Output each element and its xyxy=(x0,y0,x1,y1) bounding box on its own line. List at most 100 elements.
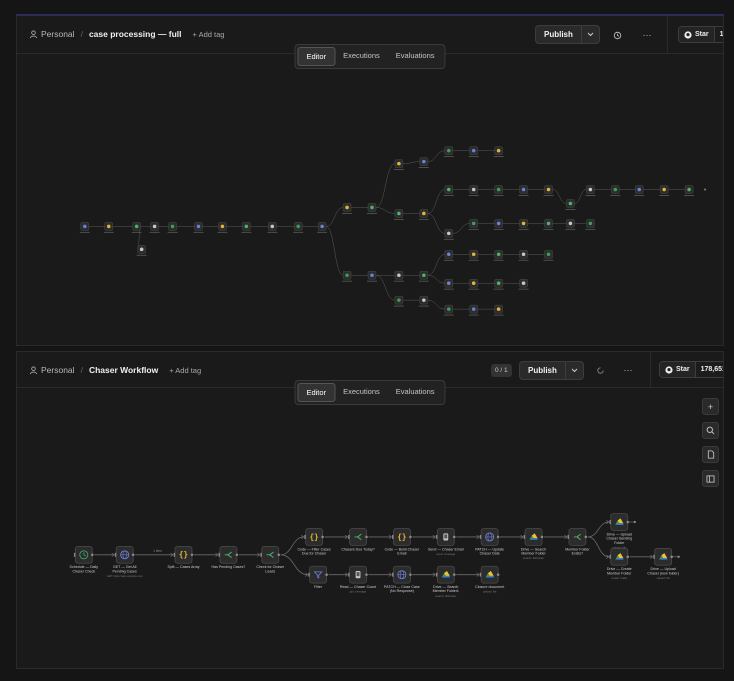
refresh-button[interactable] xyxy=(592,362,608,378)
node-input-handle[interactable] xyxy=(523,534,526,539)
node-input-handle[interactable] xyxy=(260,552,262,557)
workflow-node[interactable] xyxy=(468,250,479,261)
node-output-handle[interactable] xyxy=(584,535,588,539)
workflow-node[interactable]: Check for Chaser Leads xyxy=(256,545,285,573)
node-output-handle[interactable] xyxy=(190,553,194,557)
node-output-handle[interactable] xyxy=(321,535,324,539)
tab-editor[interactable]: Editor xyxy=(297,47,336,66)
workflow-node[interactable] xyxy=(443,278,454,290)
node-input-handle[interactable] xyxy=(567,534,569,539)
node-input-handle[interactable] xyxy=(609,554,611,559)
node-output-handle[interactable] xyxy=(452,535,456,539)
node-input-handle[interactable] xyxy=(609,520,611,525)
workflow-node[interactable]: Read — Chaser Countget: message xyxy=(340,565,376,594)
workflow-node[interactable]: Drive — Search Member Folder1search: file… xyxy=(433,565,459,598)
workflow-node[interactable] xyxy=(342,271,353,282)
workflow-node[interactable] xyxy=(468,219,479,230)
node-input-handle[interactable] xyxy=(392,534,394,539)
workflow-node[interactable] xyxy=(418,157,429,169)
workflow-node[interactable]: Drive — Upload Chaser (new folder)upload:… xyxy=(647,547,679,580)
workflow-node[interactable] xyxy=(79,222,90,233)
workflow-node[interactable] xyxy=(317,222,328,233)
workflow-node[interactable] xyxy=(518,250,529,261)
node-output-handle[interactable] xyxy=(365,573,368,576)
github-star-button[interactable]: Star 17 xyxy=(678,26,723,43)
zoom-search-button[interactable] xyxy=(702,422,719,439)
workflow-node[interactable] xyxy=(493,185,504,196)
workflow-node[interactable] xyxy=(418,295,429,307)
workflow-node[interactable] xyxy=(565,219,576,230)
history-button[interactable] xyxy=(609,27,625,43)
workflow-node[interactable] xyxy=(493,250,504,261)
workflow-node[interactable] xyxy=(518,278,529,290)
workflow-node[interactable] xyxy=(136,245,147,256)
workflow-node[interactable] xyxy=(167,222,178,233)
node-output-handle[interactable] xyxy=(496,535,500,539)
github-star-button[interactable]: Star 178,651 xyxy=(659,361,723,378)
workflow-node[interactable] xyxy=(393,271,404,282)
workflow-node[interactable]: {} Code — Build Chaser Email xyxy=(385,528,420,556)
workflow-node[interactable]: Filter xyxy=(308,565,328,589)
workflow-node[interactable] xyxy=(443,185,454,196)
workflow-node[interactable]: {} Code — Filter Cases Due for Chaser xyxy=(298,528,331,556)
workflow-node[interactable] xyxy=(493,219,504,230)
workflow-node[interactable]: PATCH — Update Chaser Date xyxy=(475,528,504,556)
node-input-handle[interactable] xyxy=(392,572,394,577)
workflow-node[interactable] xyxy=(493,146,504,158)
node-input-handle[interactable] xyxy=(218,552,220,557)
workflow-node[interactable] xyxy=(293,222,304,233)
workflow-node[interactable] xyxy=(468,304,479,316)
node-input-handle[interactable] xyxy=(308,572,310,577)
workflow-node[interactable] xyxy=(543,250,554,261)
workflow-node[interactable] xyxy=(443,229,454,240)
more-options-button[interactable]: ··· xyxy=(620,362,636,378)
workflow-node[interactable] xyxy=(418,209,429,220)
workflow-node[interactable] xyxy=(393,295,404,307)
workflow-canvas[interactable] xyxy=(17,54,723,345)
workflow-node[interactable]: Chasers Due Today? xyxy=(341,528,375,551)
node-input-handle[interactable] xyxy=(173,552,176,557)
workflow-node[interactable] xyxy=(493,278,504,290)
workflow-node[interactable] xyxy=(518,185,529,196)
workflow-node[interactable] xyxy=(393,209,404,220)
workflow-node[interactable]: Member Folder Exists? xyxy=(565,528,590,556)
workflow-node[interactable] xyxy=(367,203,377,214)
workflow-node[interactable]: Has Pending Cases? xyxy=(212,545,246,569)
end-handle[interactable] xyxy=(633,520,636,524)
project-owner[interactable]: Personal xyxy=(41,365,75,375)
workflow-title[interactable]: case processing — full xyxy=(89,29,182,39)
node-input-handle[interactable] xyxy=(304,534,306,539)
publish-button[interactable]: Publish xyxy=(536,26,581,43)
workflow-node[interactable] xyxy=(565,199,576,210)
workflow-node[interactable] xyxy=(443,146,454,158)
publish-button[interactable]: Publish xyxy=(520,362,565,379)
workflow-node[interactable] xyxy=(367,271,377,282)
node-output-handle[interactable] xyxy=(90,553,94,557)
node-output-handle[interactable] xyxy=(409,535,412,539)
publish-dropdown[interactable] xyxy=(580,26,599,43)
workflow-node[interactable] xyxy=(217,222,228,233)
tab-editor[interactable]: Editor xyxy=(297,383,336,402)
node-output-handle[interactable] xyxy=(365,535,368,539)
workflow-node[interactable] xyxy=(418,271,429,282)
workflow-node[interactable]: GET — Get All Pending CasesGET: https://a… xyxy=(107,545,144,578)
workflow-node[interactable]: Drive — Upload Chaser Sending Folderupload… xyxy=(606,513,632,550)
node-output-handle[interactable] xyxy=(131,553,135,557)
workflow-node[interactable] xyxy=(468,185,479,196)
toggle-panel-button[interactable] xyxy=(702,470,719,487)
node-output-handle[interactable] xyxy=(409,573,412,576)
end-handle[interactable] xyxy=(677,555,680,558)
workflow-node[interactable] xyxy=(518,219,529,230)
node-output-handle[interactable] xyxy=(277,553,281,557)
node-output-handle[interactable] xyxy=(452,573,456,576)
workflow-node[interactable] xyxy=(634,185,645,196)
workflow-node[interactable] xyxy=(131,222,142,233)
workflow-node[interactable] xyxy=(149,222,160,233)
workflow-node[interactable] xyxy=(443,304,454,316)
workflow-node[interactable]: Closure documentupload: file xyxy=(475,565,504,594)
tab-evaluations[interactable]: Evaluations xyxy=(388,383,443,402)
tab-executions[interactable]: Executions xyxy=(335,47,388,66)
node-input-handle[interactable] xyxy=(435,572,438,577)
node-input-handle[interactable] xyxy=(73,552,76,557)
workflow-node[interactable]: Drive — Search Member Foldersearch: fileF… xyxy=(521,528,547,560)
